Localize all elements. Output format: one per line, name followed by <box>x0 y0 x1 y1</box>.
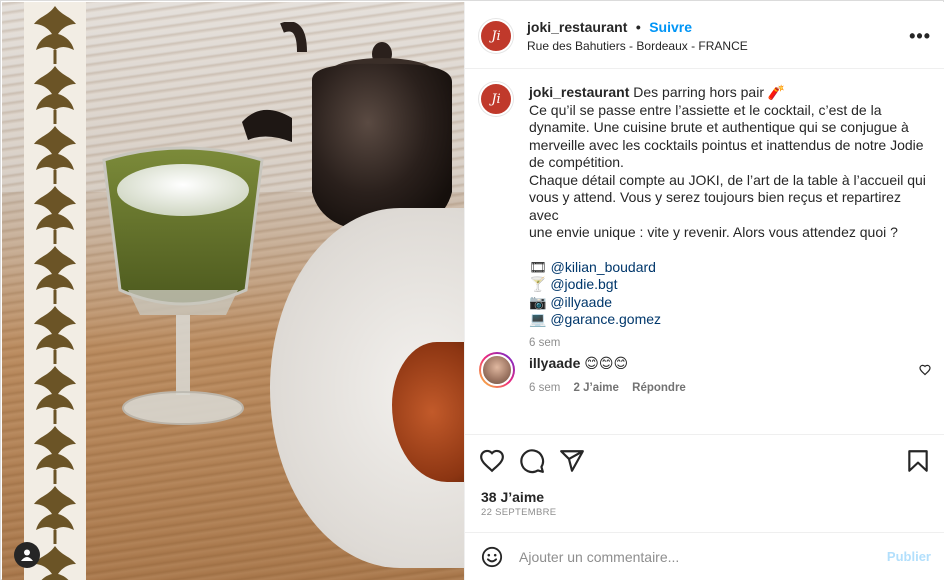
caption-text-8: une envie unique : vite y revenir. Alors… <box>529 224 898 240</box>
teapot-illustration <box>242 22 452 232</box>
mention-link[interactable]: @garance.gomez <box>550 311 661 327</box>
laptop-icon: 💻 <box>529 311 547 327</box>
mention-link[interactable]: @kilian_boudard <box>551 259 656 275</box>
mention-link[interactable]: @illyaade <box>550 294 612 310</box>
caption-text-7: vous y attend. Vous y serez toujours bie… <box>529 189 901 223</box>
post-dialog: Ji joki_restaurant • Suivre Rue des Bahu… <box>0 0 944 580</box>
logo-initials: Ji <box>491 28 501 44</box>
action-bar <box>479 448 931 476</box>
mention-link[interactable]: @jodie.bgt <box>550 276 617 292</box>
post-date[interactable]: 22 SEPTEMBRE <box>481 507 556 518</box>
credit-line: 💻 @garance.gomez <box>529 311 929 329</box>
post-caption: joki_restaurant Des parring hors pair 🧨 … <box>529 84 929 352</box>
caption-text-3: dynamite. Une cuisine brute et authentiq… <box>529 119 909 135</box>
emoji-icon[interactable] <box>481 546 503 568</box>
header-separator: • <box>635 19 641 35</box>
comment-username[interactable]: illyaade <box>529 355 580 371</box>
avatar-photo <box>481 354 513 386</box>
cocktail-glass <box>102 146 264 425</box>
credit-line: 📷 @illyaade <box>529 294 929 312</box>
camera-icon: 📷 <box>529 293 547 310</box>
caption-text-5: de compétition. <box>529 154 624 170</box>
credit-line: 🍸 @jodie.bgt <box>529 276 929 294</box>
heart-icon[interactable] <box>479 448 505 474</box>
caption-username[interactable]: joki_restaurant <box>529 84 629 100</box>
comment-composer: Publier <box>465 532 944 580</box>
post-location[interactable]: Rue des Bahutiers - Bordeaux - FRANCE <box>527 39 748 53</box>
caption-text-4: merveille avec les cocktails pointus et … <box>529 136 924 153</box>
decorative-floral-border <box>24 2 86 580</box>
more-options-icon[interactable]: ••• <box>909 26 931 47</box>
comment-body: illyaade 😊😊😊 <box>529 355 628 372</box>
comment-time[interactable]: 6 sem <box>529 382 560 394</box>
comment-text: 😊😊😊 <box>584 355 629 371</box>
cocktail-icon: 🍸 <box>529 276 547 292</box>
comment-heart-icon[interactable] <box>919 364 931 376</box>
tagged-users-button[interactable] <box>14 542 40 568</box>
header-user-row: joki_restaurant • Suivre <box>527 19 692 37</box>
caption-avatar[interactable]: Ji <box>479 82 513 116</box>
film-icon: 🎞 <box>529 258 547 275</box>
actions-divider <box>465 434 944 435</box>
share-icon[interactable] <box>559 448 585 474</box>
caption-time[interactable]: 6 sem <box>529 335 929 353</box>
caption-logo-initials: Ji <box>491 91 501 107</box>
likes-count[interactable]: 38 J’aime <box>481 489 544 505</box>
comment-item: illyaade 😊😊😊 6 sem 2 J’aime Répondre <box>479 352 931 412</box>
commenter-avatar[interactable] <box>479 352 515 388</box>
reply-button[interactable]: Répondre <box>632 382 686 394</box>
user-icon <box>21 549 33 561</box>
comment-likes[interactable]: 2 J’aime <box>574 382 619 394</box>
caption-text-1: Des parring hors pair 🧨 <box>633 84 786 100</box>
caption-text-6: Chaque détail compte au JOKI, de l’art d… <box>529 171 926 188</box>
caption-first-line: joki_restaurant Des parring hors pair 🧨 <box>529 84 929 102</box>
comment-input[interactable] <box>519 545 859 569</box>
comment-icon[interactable] <box>519 448 545 474</box>
publish-button[interactable]: Publier <box>887 549 931 564</box>
account-avatar[interactable]: Ji <box>479 19 513 53</box>
floral-pattern <box>34 6 76 580</box>
post-image[interactable] <box>2 2 464 580</box>
comment-meta: 6 sem 2 J’aime Répondre <box>529 382 686 394</box>
follow-button[interactable]: Suivre <box>649 19 692 35</box>
header-username[interactable]: joki_restaurant <box>527 19 627 35</box>
post-sidebar: Ji joki_restaurant • Suivre Rue des Bahu… <box>464 2 944 580</box>
credit-line: 🎞 @kilian_boudard <box>529 259 929 277</box>
bookmark-icon[interactable] <box>905 448 931 474</box>
caption-text-2: Ce qu’il se passe entre l’assiette et le… <box>529 101 882 118</box>
post-header: Ji joki_restaurant • Suivre Rue des Bahu… <box>465 2 944 69</box>
